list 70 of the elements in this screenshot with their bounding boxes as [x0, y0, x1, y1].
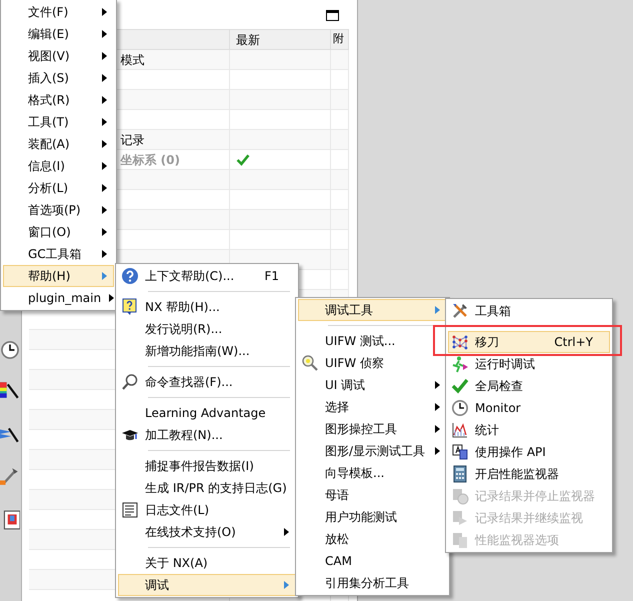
- clock-icon: [0, 340, 20, 360]
- document-icon: [121, 501, 139, 519]
- clock-icon: [451, 399, 469, 417]
- menu-item[interactable]: 选择: [298, 396, 447, 418]
- menu-item[interactable]: 捕捉事件报告数据(I): [118, 455, 296, 477]
- menu-item: 记录结果并停止监视器: [448, 485, 610, 507]
- monitor-options-icon: [451, 531, 469, 549]
- menu-item[interactable]: 新增功能指南(W)...: [118, 340, 296, 362]
- check-icon: [451, 377, 469, 395]
- menu-item[interactable]: 窗口(O): [3, 221, 114, 243]
- menu-item[interactable]: 插入(S): [3, 67, 114, 89]
- line-chart-icon: [451, 421, 469, 439]
- menu-item[interactable]: 格式(R): [3, 89, 114, 111]
- menu-item[interactable]: CAM: [298, 550, 447, 572]
- menu-item[interactable]: UIFW 侦察: [298, 352, 447, 374]
- menu-item[interactable]: 在线技术支持(O): [118, 521, 296, 543]
- monitor-continue-icon: [451, 509, 469, 527]
- menu-item[interactable]: 首选项(P): [3, 199, 114, 221]
- menu-item[interactable]: UI 调试: [298, 374, 447, 396]
- menu-item[interactable]: 命令查找器(F)...: [118, 371, 296, 393]
- network-graph-icon: [451, 333, 469, 351]
- help-book-icon: [121, 298, 139, 316]
- menu-item[interactable]: 用户功能测试: [298, 506, 447, 528]
- menu-item[interactable]: 帮助(H): [3, 265, 114, 287]
- shortcut-text: F1: [264, 268, 279, 285]
- menu-item[interactable]: 运行时调试: [448, 353, 610, 375]
- menu-item[interactable]: 分析(L): [3, 177, 114, 199]
- hammer-icon: [0, 466, 20, 486]
- menu-item[interactable]: 编辑(E): [3, 23, 114, 45]
- color-wand-icon: [0, 380, 20, 400]
- menu-item[interactable]: 关于 NX(A): [118, 552, 296, 574]
- search-icon: [121, 373, 139, 391]
- menu-item[interactable]: 图形/显示测试工具: [298, 440, 447, 462]
- calculator-icon: [451, 465, 469, 483]
- column-header: 附: [330, 30, 348, 50]
- menu-item[interactable]: 工具箱: [448, 300, 610, 322]
- monitor-stop-icon: [451, 487, 469, 505]
- menu-item[interactable]: GC工具箱: [3, 243, 114, 265]
- menu-item[interactable]: 调试: [118, 574, 296, 596]
- menu-item[interactable]: 开启性能监视器: [448, 463, 610, 485]
- running-figure-icon: [451, 355, 469, 373]
- menu-item[interactable]: 发行说明(R)...: [118, 318, 296, 340]
- menu-item[interactable]: 全局检查: [448, 375, 610, 397]
- menu-item[interactable]: 统计: [448, 419, 610, 441]
- column-header: 最新: [230, 30, 330, 50]
- menu-item[interactable]: 日志文件(L): [118, 499, 296, 521]
- document-api-icon: [451, 443, 469, 461]
- menu-item[interactable]: Monitor: [448, 397, 610, 419]
- menu-item[interactable]: UIFW 测试...: [298, 330, 447, 352]
- help-icon: [121, 267, 139, 285]
- menu-item[interactable]: 调试工具: [298, 299, 447, 321]
- menu-item[interactable]: 母语: [298, 484, 447, 506]
- menu-item: 性能监视器选项: [448, 529, 610, 551]
- menu-item[interactable]: 引用集分析工具: [298, 572, 447, 594]
- shortcut-text: Ctrl+Y: [554, 334, 593, 351]
- menu-item[interactable]: 生成 IR/PR 的支持日志(G): [118, 477, 296, 499]
- tools-icon: [451, 302, 469, 320]
- menu-item[interactable]: Learning Advantage: [118, 402, 296, 424]
- menu-item[interactable]: 向导模板...: [298, 462, 447, 484]
- maximize-icon[interactable]: [326, 10, 339, 21]
- menu-item[interactable]: 使用操作 API: [448, 441, 610, 463]
- menu-item[interactable]: 移刀 Ctrl+Y: [448, 331, 610, 353]
- menu-item[interactable]: NX 帮助(H)...: [118, 296, 296, 318]
- menu-item[interactable]: 文件(F): [3, 1, 114, 23]
- menu-item: 记录结果并继续监视: [448, 507, 610, 529]
- menu-item[interactable]: 放松: [298, 528, 447, 550]
- menu-item[interactable]: 加工教程(N)...: [118, 424, 296, 446]
- menu-item[interactable]: 图形操控工具: [298, 418, 447, 440]
- menu-item[interactable]: 上下文帮助(C)... F1: [118, 265, 296, 287]
- magnifier-icon: [301, 354, 319, 372]
